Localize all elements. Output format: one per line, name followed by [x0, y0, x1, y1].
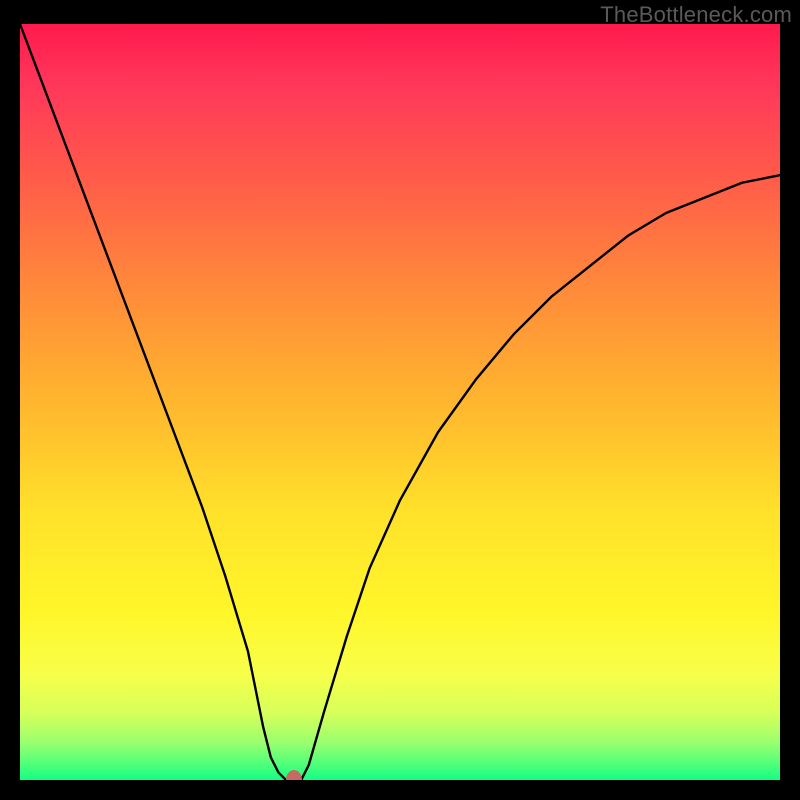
bottleneck-curve — [20, 24, 780, 780]
chart-frame: TheBottleneck.com — [0, 0, 800, 800]
plot-area — [20, 24, 780, 780]
watermark-label: TheBottleneck.com — [600, 2, 792, 28]
